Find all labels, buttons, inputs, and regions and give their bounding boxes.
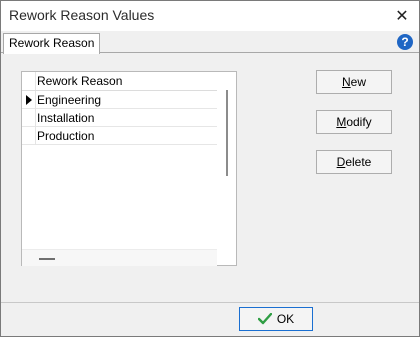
modify-label: odify (346, 115, 372, 129)
grid-header: Rework Reason (22, 72, 217, 91)
checkmark-icon (257, 313, 272, 325)
ok-label: OK (276, 312, 295, 326)
values-grid[interactable]: Rework Reason Engineering Installation P… (21, 71, 237, 266)
tab-strip: Rework Reason ? (1, 31, 419, 54)
delete-mnemonic: D (336, 155, 346, 169)
delete-button[interactable]: Delete (316, 150, 392, 174)
header-row-selector (22, 72, 36, 90)
row-selector[interactable] (22, 127, 36, 145)
row-pointer-icon (26, 95, 32, 105)
table-row[interactable]: Production (22, 127, 217, 145)
vertical-scrollbar[interactable] (226, 90, 228, 176)
column-header-rework-reason[interactable]: Rework Reason (37, 74, 122, 88)
new-label: ew (350, 75, 366, 89)
new-button[interactable]: New (316, 70, 392, 94)
tab-rework-reason[interactable]: Rework Reason (3, 33, 101, 54)
title-bar: Rework Reason Values ✕ (1, 1, 419, 31)
grid-cell[interactable]: Engineering (37, 93, 101, 107)
new-mnemonic: N (341, 75, 351, 89)
table-row[interactable]: Engineering (22, 91, 217, 109)
dialog-footer: OK (1, 302, 419, 336)
grid-cell[interactable]: Installation (37, 111, 94, 125)
close-icon[interactable]: ✕ (385, 1, 419, 31)
help-icon[interactable]: ? (397, 34, 413, 50)
ok-button[interactable]: OK (239, 307, 313, 331)
horizontal-scrollbar[interactable] (22, 249, 217, 266)
tab-panel: Rework Reason Engineering Installation P… (2, 54, 418, 302)
row-selector[interactable] (22, 109, 36, 127)
delete-label: elete (345, 155, 372, 169)
row-selector[interactable] (22, 91, 36, 109)
table-row[interactable]: Installation (22, 109, 217, 127)
grid-cell[interactable]: Production (37, 129, 94, 143)
scroll-thumb[interactable] (39, 258, 55, 260)
modify-button[interactable]: Modify (316, 110, 392, 134)
dialog-window: Rework Reason Values ✕ Rework Reason ? R… (0, 0, 420, 337)
modify-mnemonic: M (336, 115, 347, 129)
window-title: Rework Reason Values (9, 7, 155, 23)
